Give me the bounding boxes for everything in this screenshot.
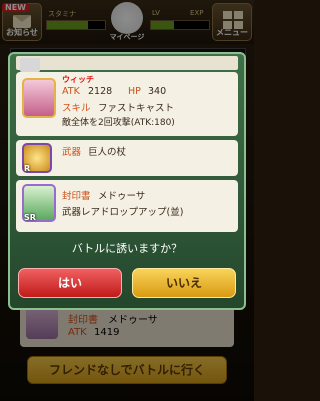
no-button[interactable]: いいえ	[132, 268, 236, 298]
weapon-rarity: R	[24, 164, 31, 173]
skill-name: ファストキャスト	[98, 103, 175, 114]
weapon-panel: R 武器 巨人の杖	[16, 140, 238, 176]
skill-label: スキル	[62, 103, 91, 114]
weapon-label: 武器	[62, 147, 82, 158]
monster-name-bar	[16, 56, 238, 72]
hp-label: HP	[128, 86, 141, 97]
seal-description: 武器レアドロップアップ(並)	[62, 207, 184, 218]
monster-portrait-icon	[22, 78, 56, 118]
atk-label: ATK	[62, 86, 80, 97]
atk-value: 2128	[88, 86, 113, 97]
seal-portrait-icon: SR	[22, 184, 56, 222]
weapon-name: 巨人の杖	[88, 147, 127, 158]
skill-description: 敵全体を2回攻撃(ATK:180)	[62, 118, 175, 128]
seal-rarity: SR	[24, 213, 36, 222]
name-placeholder	[20, 58, 40, 72]
battle-invite-dialog: ウィッチ ATK 2128 HP 340 スキル ファストキャスト 敵全体を2回…	[8, 52, 246, 310]
yes-button[interactable]: はい	[18, 268, 122, 298]
hp-value: 340	[148, 86, 167, 97]
seal-name: メドゥーサ	[98, 191, 146, 202]
seal-panel: SR 封印書 メドゥーサ 武器レアドロップアップ(並)	[16, 180, 238, 232]
invite-question: バトルに誘いますか？	[71, 242, 183, 255]
class-badge: ウィッチ	[62, 75, 94, 84]
staff-icon: R	[22, 143, 52, 173]
seal-label: 封印書	[62, 191, 91, 202]
monster-panel: ウィッチ ATK 2128 HP 340 スキル ファストキャスト 敵全体を2回…	[16, 72, 238, 136]
